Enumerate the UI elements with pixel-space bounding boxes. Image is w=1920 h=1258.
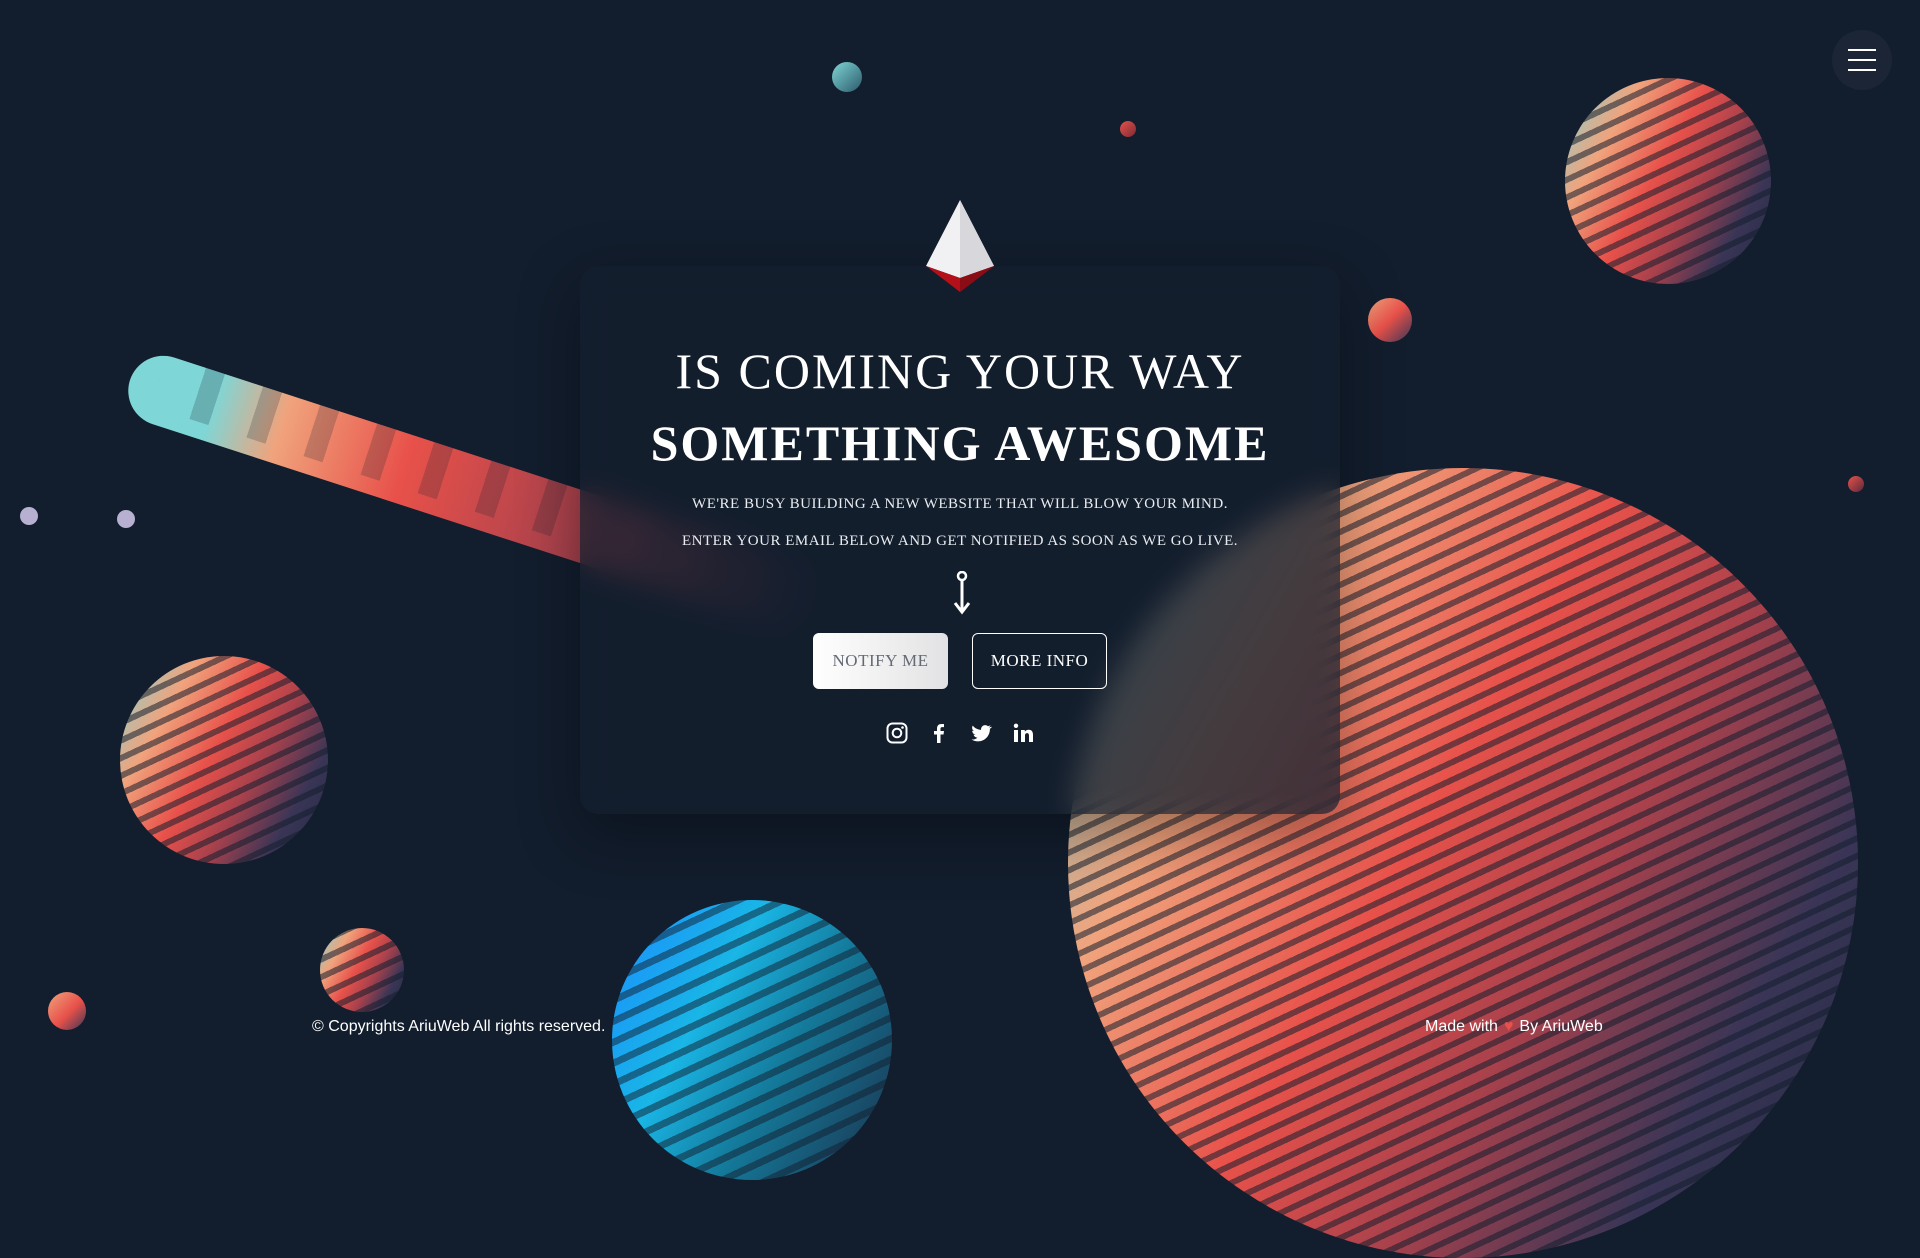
hero-subtitle-line-2: ENTER YOUR EMAIL BELOW AND GET NOTIFIED … [681,533,1239,549]
hero-title-line-2: SOMETHING AWESOME [650,415,1270,471]
moon-decoration [1368,298,1412,342]
instagram-icon[interactable] [885,721,909,745]
planet-left-decoration [120,656,328,864]
made-with-prefix: Made with [1425,1018,1498,1035]
planet-small-bottom-decoration [320,928,404,1012]
facebook-icon[interactable] [927,721,951,745]
moon-decoration [117,510,135,528]
moon-decoration [20,507,38,525]
planet-top-right-decoration [1565,78,1771,284]
copyright-text: © Copyrights AriuWeb All rights reserved… [312,1018,606,1035]
menu-bar [1848,69,1876,71]
logo-icon [926,200,994,292]
moon-decoration [1848,476,1864,492]
moon-decoration [832,62,862,92]
hero-subtitle-line-1: WE'RE BUSY BUILDING A NEW WEBSITE THAT W… [692,496,1228,512]
arrow-down-icon[interactable] [950,571,974,615]
more-info-button[interactable]: MORE INFO [972,633,1107,689]
made-with-suffix[interactable]: By AriuWeb [1519,1018,1602,1036]
hero-title-line-1: IS COMING YOUR WAY [675,343,1245,399]
menu-bar [1848,49,1876,51]
notify-me-button[interactable]: NOTIFY ME [813,633,948,689]
twitter-icon[interactable] [969,721,993,745]
heart-icon: ♥ [1503,1018,1514,1035]
menu-button[interactable] [1832,30,1892,90]
moon-decoration [1120,121,1136,137]
blue-planet-decoration [612,900,892,1180]
made-with-credit: Made with ♥ By AriuWeb [1425,1018,1603,1036]
linkedin-icon[interactable] [1011,721,1035,745]
moon-decoration [48,992,86,1030]
menu-bar [1848,59,1876,61]
